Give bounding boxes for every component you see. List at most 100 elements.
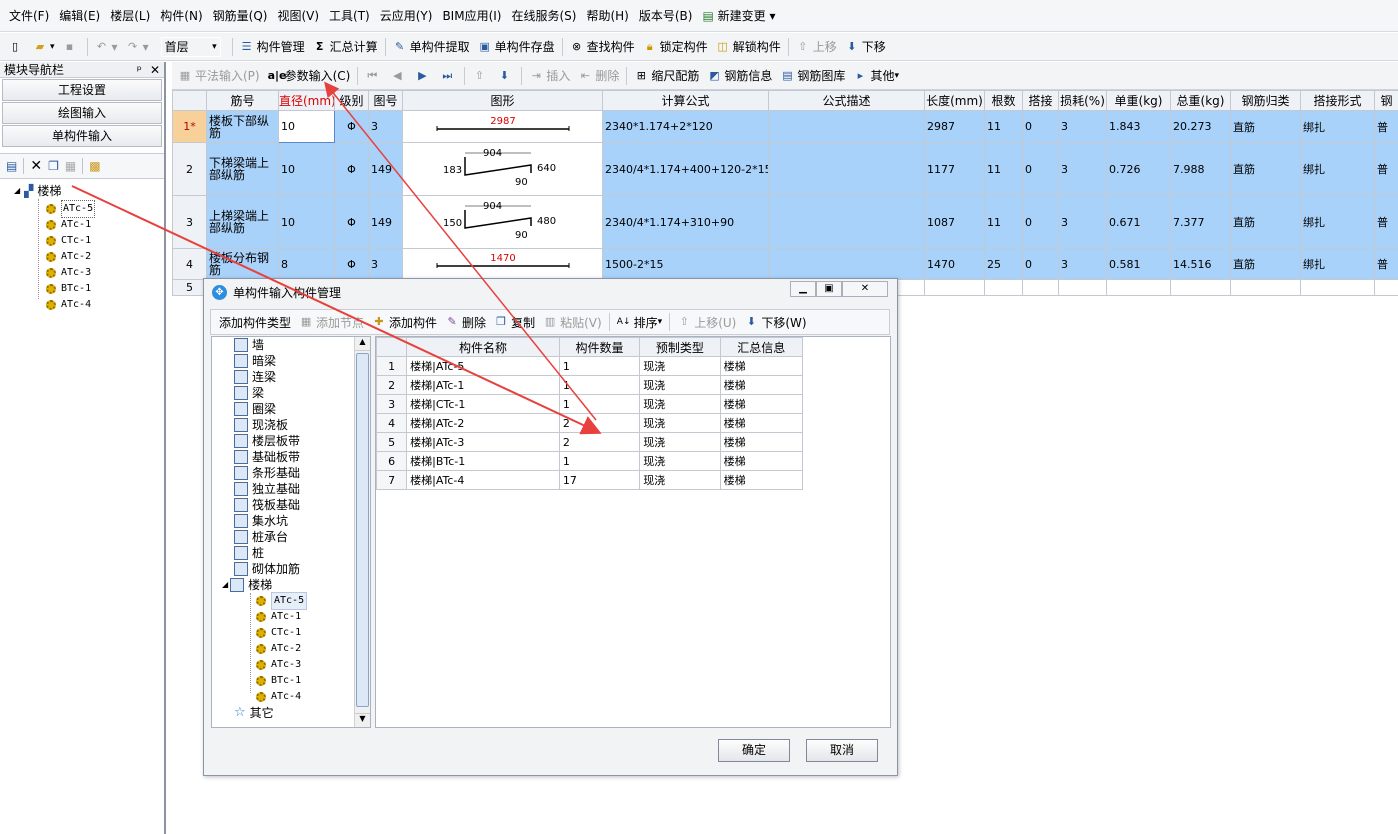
cell-precast-type[interactable]: 现浇 [639,375,721,395]
row-number[interactable]: 1* [172,110,207,143]
cell-desc[interactable] [768,248,925,280]
cell-category[interactable]: 直筋 [1230,110,1301,143]
param-input-button[interactable]: a|e 参数输入(C) [264,64,355,88]
cell-diameter[interactable]: 10 [278,142,335,196]
table-row[interactable]: 4 楼板分布钢筋 8 Φ 3 1470 1500-2*15 1470 25 0 … [172,248,1398,280]
tree-node-floor-strip[interactable]: 楼层板带 [234,433,300,449]
cell-length[interactable]: 2987 [924,110,985,143]
scroll-thumb[interactable] [356,353,369,707]
minimize-button[interactable]: ▁ [790,281,816,297]
save-button[interactable]: ▪ [59,35,84,59]
find-component-button[interactable]: ⊗ 查找构件 [566,35,639,59]
row-number[interactable]: 4 [375,413,408,433]
single-save-button[interactable]: ▣ 单构件存盘 [474,35,559,59]
tree-node-raft[interactable]: 筏板基础 [234,497,300,513]
tree-child[interactable]: ATc-1 [256,609,301,625]
table-row[interactable]: 3 楼梯|CTc-1 1 现浇 楼梯 [375,394,804,414]
col-header[interactable]: 搭接形式 [1300,90,1375,111]
cell-desc[interactable] [768,195,925,249]
tree-child[interactable]: CTc-1 [256,625,301,641]
tree-node-wall[interactable]: 墙 [234,337,264,353]
cell-summary[interactable]: 楼梯 [719,470,804,490]
col-header[interactable]: 构件数量 [558,337,641,357]
ok-button[interactable]: 确定 [718,739,790,762]
row-number[interactable]: 5 [375,432,408,452]
table-row[interactable]: 6 楼梯|BTc-1 1 现浇 楼梯 [375,451,804,471]
undo-button[interactable]: ↶ ▾ [91,35,122,59]
col-header[interactable]: 图形 [402,90,603,111]
col-header[interactable]: 单重(kg) [1106,90,1171,111]
cell-precast-type[interactable]: 现浇 [639,356,721,376]
cell-diameter[interactable]: 10 [278,195,335,249]
cell-formula[interactable]: 2340/4*1.174+400+120-2*15 [602,142,769,196]
tree-child[interactable]: ATc-3 [256,657,301,673]
cell-comp-count[interactable]: 1 [558,451,641,471]
cell-empty[interactable] [1058,279,1107,296]
row-number[interactable]: 3 [375,394,408,414]
paste-disabled-icon[interactable]: ▦ [65,159,76,173]
add-component-button[interactable]: ✚ 添加构件 [368,310,441,334]
tree-node-sump[interactable]: 集水坑 [234,513,288,529]
copy-icon[interactable]: ❐ [48,159,59,173]
col-header[interactable]: 钢 [1374,90,1398,111]
cell-figno[interactable]: 3 [368,248,403,280]
cell-unit-weight[interactable]: 0.726 [1106,142,1171,196]
cell-length[interactable]: 1087 [924,195,985,249]
other-button[interactable]: ▸ 其他 ▾ [849,64,903,88]
cell-category[interactable]: 直筋 [1230,142,1301,196]
col-header[interactable]: 汇总信息 [719,337,804,357]
cell-comp-name[interactable]: 楼梯|ATc-2 [406,413,560,433]
tree-node-masonry[interactable]: 砌体加筋 [234,561,300,577]
cell-name[interactable]: 上梯梁端上部纵筋 [206,195,279,249]
table-row[interactable]: 2 楼梯|ATc-1 1 现浇 楼梯 [375,375,804,395]
menu-floor[interactable]: 楼层(L) [105,0,155,32]
table-row[interactable]: 1 楼梯|ATc-5 1 现浇 楼梯 [375,356,804,376]
cell-loss[interactable]: 3 [1058,195,1107,249]
pin-icon[interactable]: ᵖ [137,63,142,77]
prev-record-button[interactable]: ◀ [386,64,411,88]
cell-precast-type[interactable]: 现浇 [639,394,721,414]
cell-name[interactable]: 楼板下部纵筋 [206,110,279,143]
sort-button[interactable]: A↓ 排序 ▾ [613,310,667,334]
move-down-button[interactable]: ⬇ 下移(W) [740,310,810,334]
row-down-button[interactable]: ⬇ [493,64,518,88]
cell-grade[interactable]: Φ [334,110,369,143]
cell-comp-name[interactable]: 楼梯|CTc-1 [406,394,560,414]
tree-item[interactable]: ATc-5 [46,200,96,218]
col-header[interactable]: 构件名称 [406,337,560,357]
cell-empty[interactable] [1300,279,1375,296]
col-header[interactable]: 计算公式 [602,90,769,111]
tree-child[interactable]: ATc-4 [256,689,301,705]
cell-unit-weight[interactable]: 0.581 [1106,248,1171,280]
cell-grade[interactable]: Φ [334,248,369,280]
copy-button[interactable]: ❐ 复制 [490,310,539,334]
table-row[interactable]: 2 下梯梁端上部纵筋 10 Φ 149 904 183 640 90 2340/… [172,142,1398,196]
close-icon[interactable]: ✕ [150,63,160,77]
menu-view[interactable]: 视图(V) [272,0,324,32]
col-header[interactable]: 总重(kg) [1170,90,1231,111]
flat-input-button[interactable]: ▦ 平法输入(P) [174,64,264,88]
tree-child[interactable]: BTc-1 [256,673,301,689]
cell-comp-name[interactable]: 楼梯|BTc-1 [406,451,560,471]
tree-node-pile[interactable]: 桩 [234,545,264,561]
cell-shape[interactable]: 904 150 480 90 [402,195,603,249]
redo-button[interactable]: ↷ ▾ [122,35,153,59]
row-number[interactable]: 3 [172,195,207,249]
col-header[interactable]: 图号 [368,90,403,111]
cell-summary[interactable]: 楼梯 [719,451,804,471]
add-type-button[interactable]: 添加构件类型 [215,310,295,334]
first-record-button[interactable]: ⏮ [361,64,386,88]
table-row[interactable]: 1* 楼板下部纵筋 10 Φ 3 2987 2340*1.174+2*120 2… [172,110,1398,143]
cell-lap[interactable]: 0 [1022,142,1059,196]
row-number[interactable]: 7 [375,470,408,490]
cell-total-weight[interactable]: 20.273 [1170,110,1231,143]
open-button[interactable]: ▰ ▾ [29,35,59,59]
menu-help[interactable]: 帮助(H) [581,0,633,32]
single-extract-button[interactable]: ✎ 单构件提取 [389,35,474,59]
cell-summary[interactable]: 楼梯 [719,356,804,376]
insert-button[interactable]: ⇥ 插入 [525,64,574,88]
sum-calc-button[interactable]: Σ 汇总计算 [309,35,382,59]
new-file-button[interactable]: ▯ [4,35,29,59]
cell-empty[interactable] [924,279,985,296]
cell-lap-type[interactable]: 绑扎 [1300,142,1375,196]
